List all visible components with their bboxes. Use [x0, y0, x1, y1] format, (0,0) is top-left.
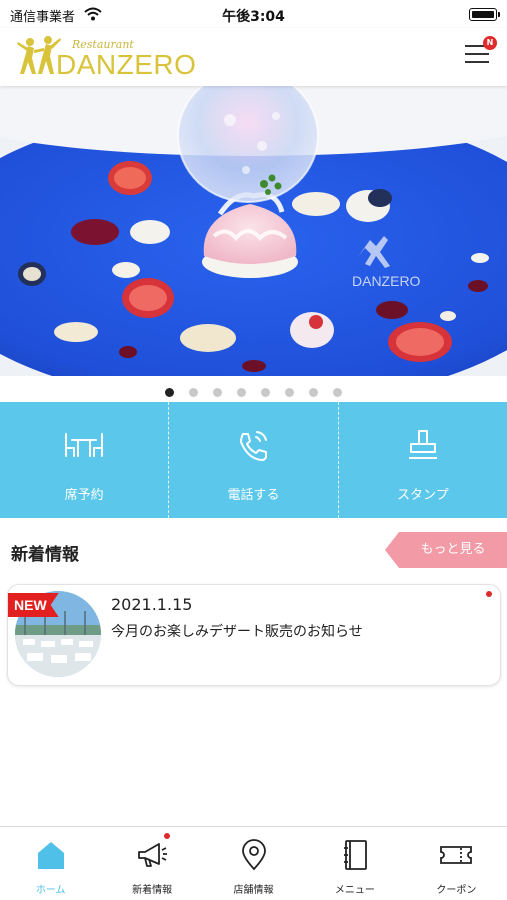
hamburger-menu-button[interactable]: N [463, 36, 497, 68]
stamp-button[interactable]: スタンプ [339, 402, 507, 518]
see-more-button[interactable]: もっと見る [385, 532, 507, 568]
menu-line [465, 53, 489, 55]
carousel-dot[interactable] [188, 388, 198, 397]
unread-indicator [164, 833, 171, 839]
status-bar: 通信事業者 午後3:04 [0, 0, 507, 28]
stamp-icon [408, 430, 437, 459]
action-label: 電話する [227, 488, 280, 503]
tab-news[interactable]: 新着情報 [101, 827, 202, 900]
logo-title: DANZERO [56, 49, 197, 80]
menu-book-icon [343, 840, 367, 870]
reserve-seat-button[interactable]: 席予約 [0, 402, 170, 518]
carousel-dot[interactable] [261, 388, 271, 397]
carousel-pagination [0, 382, 507, 397]
tab-coupon[interactable]: クーポン [406, 827, 507, 900]
news-headline: 今月のお楽しみデザート販売のお知らせ [111, 624, 363, 640]
app-header: Restaurant DANZERO N [0, 28, 507, 86]
map-pin-icon [241, 839, 266, 871]
carousel-dot[interactable] [285, 388, 295, 397]
carousel-dot[interactable] [333, 388, 343, 397]
carousel-dot[interactable] [309, 388, 319, 397]
news-date: 2021.1.15 [111, 595, 193, 614]
carousel-dot[interactable] [164, 388, 174, 397]
ticket-icon [440, 846, 473, 864]
news-section-header: 新着情報 もっと見る [0, 530, 507, 570]
tab-label: 新着情報 [132, 885, 173, 896]
news-list-item[interactable]: NEW 2021.1.15 今月のお楽しみデザート販売のお知らせ [7, 584, 501, 686]
tab-store-info[interactable]: 店舗情報 [203, 827, 304, 900]
hero-carousel[interactable]: DANZERO [0, 86, 507, 376]
status-time: 午後3:04 [222, 9, 285, 25]
home-icon [37, 842, 64, 869]
battery-icon [469, 8, 500, 21]
news-section-title: 新着情報 [11, 545, 79, 565]
restaurant-logo[interactable]: Restaurant DANZERO [14, 32, 214, 82]
megaphone-icon [138, 843, 168, 867]
quick-actions: 席予約 電話する スタンプ [0, 402, 507, 518]
bottom-tab-bar: ホーム 新着情報 店舗情報 メニュー クーポン [0, 826, 507, 900]
unread-indicator [486, 591, 492, 597]
tab-label: ホーム [35, 885, 66, 896]
tab-label: メニュー [334, 885, 375, 896]
phone-icon [240, 431, 268, 461]
menu-line [465, 61, 489, 63]
table-chairs-icon [65, 433, 104, 457]
action-label: 席予約 [64, 488, 104, 503]
plate-logo-text: DANZERO [352, 273, 421, 289]
carousel-dot[interactable] [236, 388, 246, 397]
carousel-dot[interactable] [212, 388, 222, 397]
tab-label: 店舗情報 [233, 885, 274, 896]
call-button[interactable]: 電話する [169, 402, 339, 518]
notification-badge: N [483, 36, 497, 50]
tab-home[interactable]: ホーム [0, 827, 101, 900]
action-label: スタンプ [397, 488, 449, 503]
dessert-plate-image: DANZERO [0, 86, 507, 376]
tab-label: クーポン [436, 885, 477, 896]
tab-menu[interactable]: メニュー [304, 827, 405, 900]
